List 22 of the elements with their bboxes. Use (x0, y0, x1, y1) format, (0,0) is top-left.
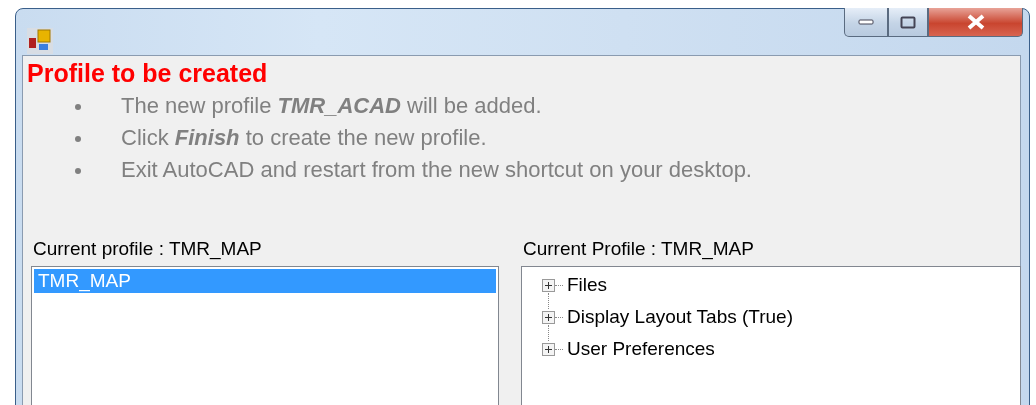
close-icon (965, 14, 986, 30)
instruction-text: Exit AutoCAD and restart from the new shortcut on your desktop. (121, 157, 752, 182)
instruction-text: Click Finish to create the new profile. (121, 125, 487, 150)
expand-icon[interactable] (542, 310, 555, 324)
bullet-icon (75, 168, 81, 174)
minimize-icon (858, 19, 874, 25)
tree-item[interactable]: User Preferences (567, 338, 715, 360)
expand-icon[interactable] (542, 342, 555, 356)
minimize-button[interactable] (844, 8, 888, 37)
bullet-icon (75, 136, 81, 142)
heading: Profile to be created (27, 58, 269, 88)
tree-item[interactable]: Files (567, 274, 608, 296)
instruction-text: The new profile TMR_ACAD will be added. (121, 93, 542, 118)
bullet-icon (75, 104, 81, 110)
expand-icon[interactable] (542, 278, 555, 292)
tree-item[interactable]: Display Layout Tabs (True) (567, 306, 793, 328)
maximize-button[interactable] (888, 8, 928, 37)
maximize-icon (900, 15, 916, 29)
app-icon (26, 27, 54, 55)
current-profile-label: Current profile : TMR_MAP (32, 237, 263, 262)
current-profile-label: Current Profile : TMR_MAP (522, 237, 755, 262)
close-button[interactable] (928, 8, 1023, 37)
